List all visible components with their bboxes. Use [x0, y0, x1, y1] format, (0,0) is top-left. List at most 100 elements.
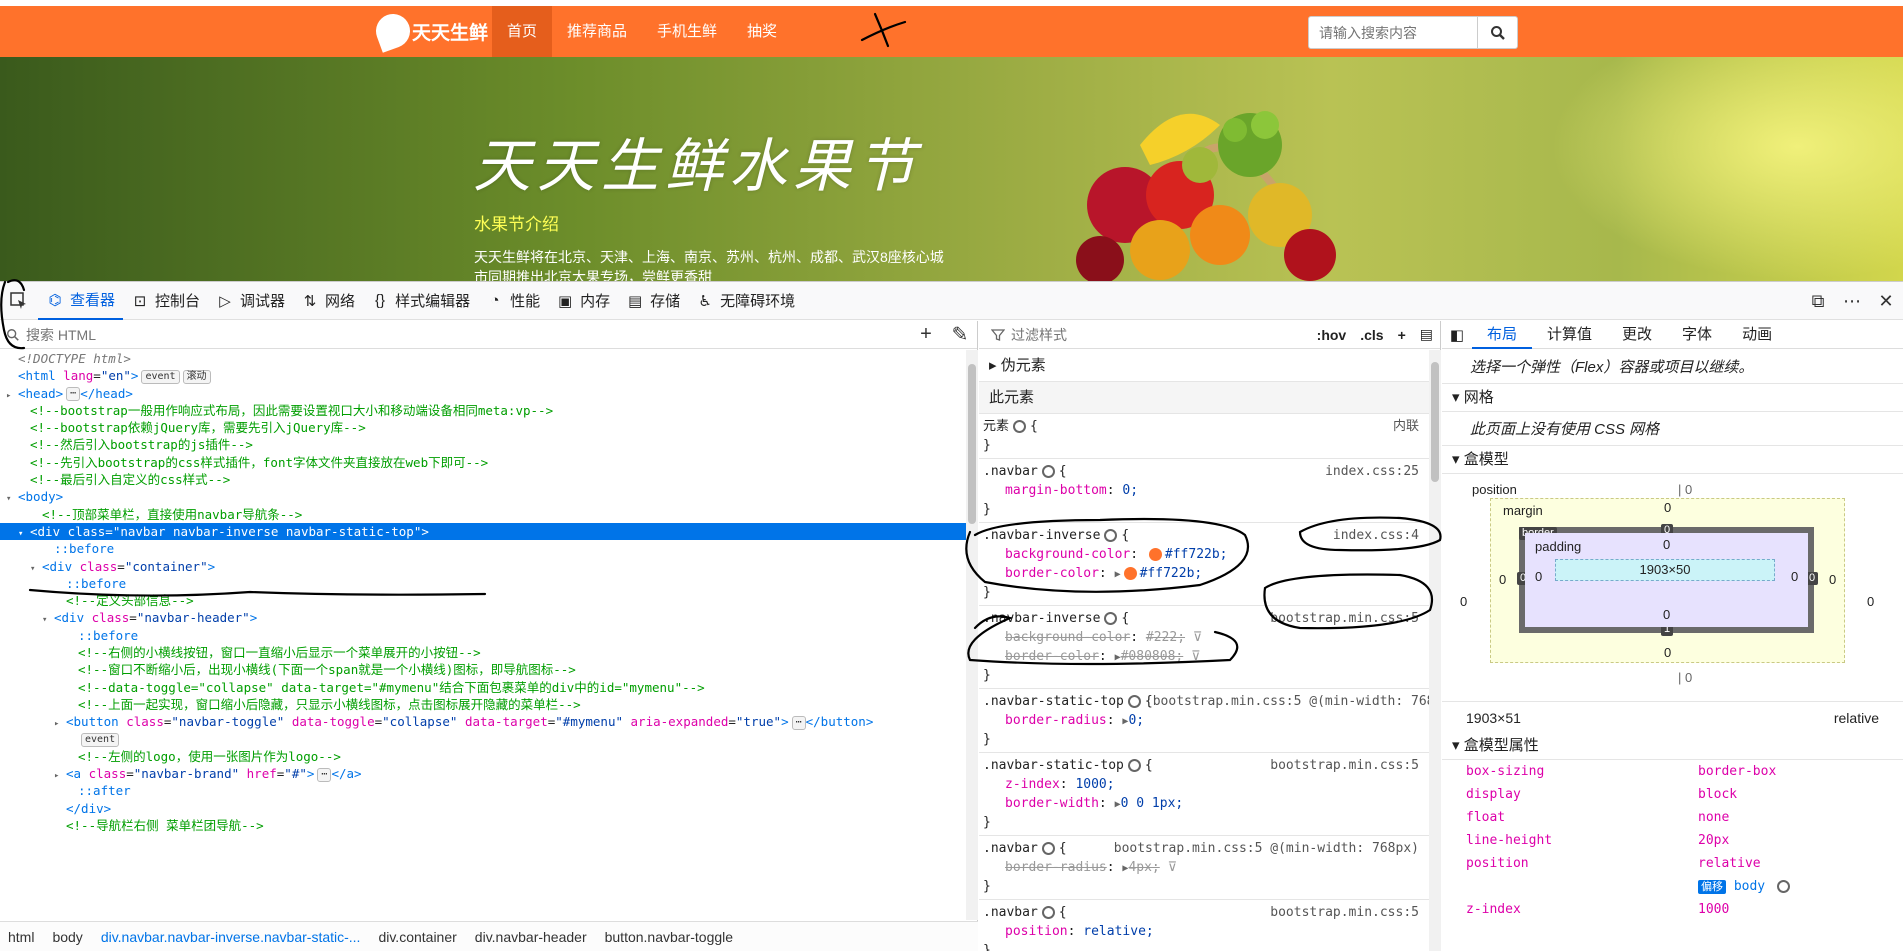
css-declaration[interactable]: margin-bottom: 0; [983, 481, 1419, 500]
bm-position-left[interactable]: 0 [1460, 594, 1467, 609]
markup-comment[interactable]: <!--data-toggle="collapse" data-target="… [0, 679, 966, 696]
markup-comment[interactable]: <!--最后引入自定义的css样式--> [0, 471, 966, 488]
offset-parent-row[interactable]: 偏移 body [1442, 875, 1903, 898]
rules-scrollbar[interactable] [1429, 350, 1441, 951]
rule-source[interactable]: bootstrap.min.css:5 [1270, 756, 1419, 775]
breadcrumb-item[interactable]: div.navbar.navbar-inverse.navbar-static-… [101, 929, 361, 945]
print-simulation-icon[interactable]: ▤ [1413, 326, 1440, 343]
color-swatch[interactable] [1148, 548, 1162, 561]
close-icon[interactable]: ✕ [1869, 291, 1903, 312]
rule-source[interactable]: bootstrap.min.css:5 @(min-width: 768px) [1153, 692, 1429, 711]
filter-icon[interactable]: ⊽ [1191, 649, 1201, 664]
css-declaration[interactable]: background-color: #ff722b; [983, 545, 1419, 564]
site-logo[interactable]: 天天生鲜 [371, 9, 488, 53]
grid-section-header[interactable]: ▾ 网格 [1442, 384, 1903, 412]
add-node-icon[interactable]: + [909, 323, 943, 346]
tab-performance[interactable]: ◔ 性能 [478, 282, 548, 320]
markup-node[interactable]: ▸ <head> ⋯ </head> [0, 385, 966, 402]
boxmodel-props-header[interactable]: ▾ 盒模型属性 [1442, 732, 1903, 760]
gear-icon[interactable] [1041, 906, 1055, 919]
breadcrumb-item[interactable]: body [52, 929, 82, 945]
css-declaration[interactable]: border-radius: ▶0; [983, 711, 1419, 730]
markup-node[interactable]: event [0, 731, 966, 748]
bm-padding-bottom[interactable]: 0 [1663, 607, 1670, 622]
scrollbar-thumb[interactable] [968, 364, 976, 524]
css-rule[interactable]: .navbar{bootstrap.min.css:5 position: rel… [979, 900, 1429, 951]
tab-animations[interactable]: 动画 [1727, 321, 1787, 349]
markup-pseudo[interactable]: ::before [0, 540, 966, 557]
css-declaration[interactable]: border-color: ▶#080808; ⊽ [983, 647, 1419, 666]
site-search-input[interactable] [1309, 17, 1477, 48]
boxmodel-section-header[interactable]: ▾ 盒模型 [1442, 446, 1903, 474]
breadcrumb-item[interactable]: div.navbar-header [475, 929, 587, 945]
gear-icon[interactable] [1041, 842, 1055, 855]
bm-margin-bottom[interactable]: 0 [1664, 645, 1671, 660]
markup-pseudo[interactable]: ::before [0, 627, 966, 644]
nav-recommended[interactable]: 推荐商品 [552, 6, 642, 57]
markup-node[interactable]: <html lang="en"> event 滚动 [0, 367, 966, 384]
breadcrumb-item[interactable]: div.container [378, 929, 456, 945]
eyedropper-icon[interactable]: ✎ [943, 322, 977, 347]
hov-toggle[interactable]: :hov [1310, 327, 1354, 343]
markup-comment[interactable]: <!--先引入bootstrap的css样式插件，font字体文件夹直接放在we… [0, 454, 966, 471]
gear-icon[interactable] [1013, 420, 1027, 433]
css-rule[interactable]: .navbar-inverse{bootstrap.min.css:5 backg… [979, 606, 1429, 689]
rule-source[interactable]: index.css:4 [1333, 526, 1419, 545]
markup-node[interactable]: ▾ <div class="navbar navbar-inverse navba… [0, 522, 966, 541]
css-rule[interactable]: .navbar-static-top{bootstrap.min.css:5 @… [979, 689, 1429, 753]
bm-margin-top[interactable]: 0 [1664, 500, 1671, 515]
nav-home[interactable]: 首页 [492, 6, 553, 57]
css-rule[interactable]: .navbar{bootstrap.min.css:5 @(min-width:… [979, 836, 1429, 900]
dock-icon[interactable]: ⧉ [1801, 291, 1835, 312]
bm-position-bottom[interactable]: | 0 [1678, 670, 1692, 685]
gear-icon[interactable] [1127, 695, 1141, 708]
bm-padding-top[interactable]: 0 [1663, 537, 1670, 552]
tab-style-editor[interactable]: {} 样式编辑器 [363, 282, 478, 320]
markup-comment[interactable]: <!--定义头部信息--> [0, 592, 966, 609]
inline-rule[interactable]: 元素{内联 } [979, 414, 1429, 459]
element-picker-button[interactable] [0, 282, 38, 320]
css-rule[interactable]: .navbar{index.css:25 margin-bottom: 0;} [979, 459, 1429, 523]
css-declaration[interactable]: background-color: #222; ⊽ [983, 628, 1419, 647]
tab-debugger[interactable]: ▷ 调试器 [208, 282, 293, 320]
markup-pseudo[interactable]: ::after [0, 782, 966, 799]
tab-changes[interactable]: 更改 [1607, 321, 1667, 349]
rule-source[interactable]: bootstrap.min.css:5 [1270, 903, 1419, 922]
site-search-button[interactable] [1477, 17, 1517, 48]
markup-comment[interactable]: <!--顶部菜单栏，直接使用navbar导航条--> [0, 506, 966, 523]
tab-fonts[interactable]: 字体 [1667, 321, 1727, 349]
filter-icon[interactable]: ⊽ [1168, 860, 1178, 875]
breadcrumb-item[interactable]: html [8, 929, 34, 945]
css-declaration[interactable]: z-index: 1000; [983, 775, 1419, 794]
gear-icon[interactable] [1104, 529, 1118, 542]
markup-node[interactable]: ▸ <button class="navbar-toggle" data-togg… [0, 713, 966, 730]
markup-node[interactable]: ▾ <div class="container"> [0, 558, 966, 575]
markup-node[interactable]: ▸ <a class="navbar-brand" href="#"> ⋯ </a> [0, 765, 966, 782]
markup-comment[interactable]: <!--上面一起实现，窗口缩小后隐藏，只显示小横线图标，点击图标展开隐藏的菜单栏… [0, 696, 966, 713]
filter-icon[interactable]: ⊽ [1193, 630, 1203, 645]
bm-padding-right[interactable]: 0 [1791, 569, 1798, 584]
markup-comment[interactable]: <!--bootstrap一般用作响应式布局，因此需要设置视口大小和移动端设备相… [0, 402, 966, 419]
bm-position-right[interactable]: 0 [1867, 594, 1874, 609]
tab-network[interactable]: ⇅ 网络 [293, 282, 363, 320]
rule-source[interactable]: index.css:25 [1325, 462, 1419, 481]
markup-comment[interactable]: <!--导航栏右侧 菜单栏团导航--> [0, 817, 966, 834]
more-options-icon[interactable]: ⋯ [1835, 291, 1869, 312]
css-declaration[interactable]: border-color: ▶ #ff722b; [983, 564, 1419, 583]
markup-node[interactable]: ▾ <div class="navbar-header"> [0, 609, 966, 626]
add-rule-icon[interactable]: + [1391, 327, 1413, 343]
tab-memory[interactable]: ▣ 内存 [548, 282, 618, 320]
nav-mobile[interactable]: 手机生鲜 [642, 6, 732, 57]
css-declaration[interactable]: position: relative; [983, 922, 1419, 941]
tab-layout[interactable]: 布局 [1472, 321, 1533, 349]
css-rule[interactable]: .navbar-static-top{bootstrap.min.css:5 z-… [979, 753, 1429, 836]
bm-margin-right[interactable]: 0 [1829, 572, 1836, 587]
markup-node[interactable]: ▾ <body> [0, 488, 966, 505]
nav-lottery[interactable]: 抽奖 [732, 6, 792, 57]
css-declaration[interactable]: border-width: ▶0 0 1px; [983, 794, 1419, 813]
bm-position-top[interactable]: | 0 [1678, 482, 1692, 497]
filter-styles-input[interactable] [1011, 326, 1310, 343]
tab-inspector[interactable]: ⌬ 查看器 [38, 282, 124, 320]
breadcrumb-item[interactable]: button.navbar-toggle [605, 929, 733, 945]
rule-source[interactable]: bootstrap.min.css:5 @(min-width: 768px) [1114, 839, 1419, 858]
